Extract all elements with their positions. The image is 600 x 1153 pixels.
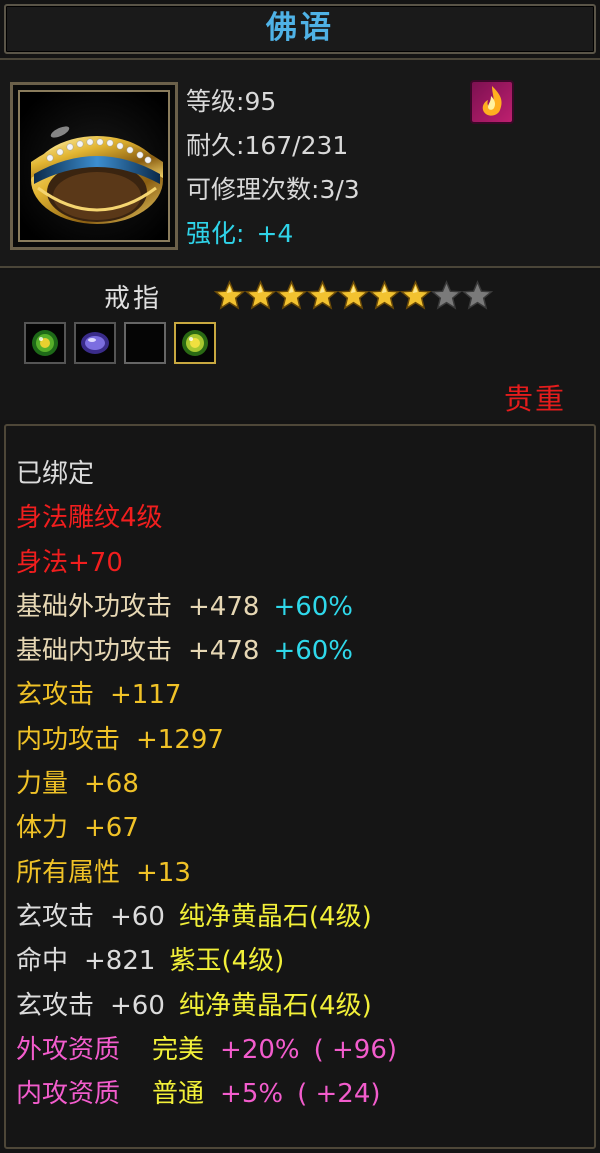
attr-base-ext-atk: 基础外功攻击 +478 +60% — [16, 585, 397, 629]
repair-value: 3/3 — [319, 175, 360, 204]
gold-star-icon — [369, 280, 400, 310]
aptitude-value: +20% — [220, 1034, 300, 1065]
gem-name: 纯净黄晶石(4级) — [178, 990, 372, 1021]
aptitude-grade: 完美 — [152, 1034, 205, 1065]
attr-value: +60 — [110, 990, 165, 1021]
attr-value: +1297 — [136, 724, 224, 755]
green-gem-icon — [32, 330, 58, 356]
level-label: 等级 — [186, 87, 237, 116]
stats-block: 等级:95 耐久:167/231 可修理次数:3/3 强化: +4 — [186, 80, 360, 256]
attr-value: +60 — [110, 901, 165, 932]
attr-label: 内功攻击 — [16, 724, 121, 755]
attribute-list: 已绑定 身法雕纹4级 身法+70 基础外功攻击 +478 +60% 基础内功攻击 +4… — [16, 452, 397, 1116]
item-tooltip: 佛语 等级:95 耐久:167/231 可修理次数:3/3 强化: +4 戒指 … — [0, 0, 600, 1153]
gold-star-icon — [245, 280, 276, 310]
attr-base-int-atk: 基础内功攻击 +478 +60% — [16, 629, 397, 673]
gray-star-icon — [431, 280, 462, 310]
engrave-bonus: 身法+70 — [16, 547, 123, 578]
gray-star-icon — [462, 280, 493, 310]
durability-value: 167/231 — [244, 131, 349, 160]
aptitude-ext: 外攻资质 完美 +20% ( +96) — [16, 1028, 397, 1072]
gem-attr-2: 命中 +821 紫玉(4级) — [16, 939, 397, 983]
attr-label: 玄攻击 — [16, 990, 95, 1021]
engrave-title: 身法雕纹4级 — [16, 503, 163, 534]
attr-value: +68 — [84, 769, 139, 800]
aptitude-label: 外攻资质 — [16, 1034, 121, 1065]
gold-ring-icon — [20, 92, 168, 240]
bound-status: 已绑定 — [16, 459, 95, 489]
attr-label: 玄攻击 — [16, 680, 95, 711]
aptitude-bonus: ( +96) — [313, 1034, 398, 1065]
repair-line: 可修理次数:3/3 — [186, 175, 360, 204]
gem-slot-1[interactable] — [24, 322, 66, 364]
attr-label: 命中 — [16, 946, 69, 977]
gold-star-icon — [400, 280, 431, 310]
aptitude-label: 内攻资质 — [16, 1079, 121, 1110]
gem-name: 紫玉(4级) — [169, 946, 285, 977]
durability-line: 耐久:167/231 — [186, 131, 349, 160]
gem-attr-3: 玄攻击 +60 纯净黄晶石(4级) — [16, 984, 397, 1028]
gold-star-icon — [307, 280, 338, 310]
attr-percent: +60% — [273, 636, 354, 667]
attr-label: 玄攻击 — [16, 901, 95, 932]
attr-value: +67 — [84, 813, 139, 844]
attr-value: +821 — [84, 946, 156, 977]
aptitude-bonus: ( +24) — [297, 1079, 381, 1110]
gem-name: 纯净黄晶石(4级) — [178, 901, 372, 932]
gem-slot-2[interactable] — [74, 322, 116, 364]
gem-slot-4[interactable] — [174, 322, 216, 364]
attr-label: 基础外功攻击 — [16, 591, 173, 622]
yellow-gem-icon — [182, 330, 208, 356]
durability-label: 耐久 — [186, 131, 237, 160]
level-value: 95 — [244, 87, 277, 116]
aptitude-value: +5% — [220, 1079, 284, 1110]
attr-label: 所有属性 — [16, 857, 121, 888]
aptitude-int: 内攻资质 普通 +5% ( +24) — [16, 1072, 397, 1116]
attr-label: 基础内功攻击 — [16, 636, 173, 667]
quality-label: 贵重 — [503, 382, 566, 416]
title-bar: 佛语 — [4, 4, 596, 54]
enhance-value: +4 — [256, 219, 294, 248]
gem-attr-1: 玄攻击 +60 纯净黄晶石(4级) — [16, 895, 397, 939]
type-section: 戒指 贵重 — [0, 270, 600, 420]
gold-star-icon — [276, 280, 307, 310]
attribute-panel: 已绑定 身法雕纹4级 身法+70 基础外功攻击 +478 +60% 基础内功攻击 +4… — [4, 424, 596, 1149]
gold-star-icon — [214, 280, 245, 310]
attr-value: +478 — [188, 591, 260, 622]
gold-star-icon — [338, 280, 369, 310]
enhance-line: 强化: +4 — [186, 212, 360, 256]
attr-all: 所有属性 +13 — [16, 851, 397, 895]
item-icon-frame[interactable] — [10, 82, 178, 250]
star-rating — [214, 280, 493, 311]
item-type: 戒指 — [104, 284, 163, 314]
aptitude-grade: 普通 — [152, 1079, 205, 1110]
fire-skill-icon[interactable] — [470, 80, 514, 124]
attr-percent: +60% — [273, 591, 354, 622]
attr-strength: 力量 +68 — [16, 762, 397, 806]
attr-label: 力量 — [16, 769, 69, 800]
purple-gem-icon — [81, 332, 109, 354]
gem-slots — [24, 322, 224, 364]
attr-value: +117 — [110, 680, 182, 711]
gem-slot-3[interactable] — [124, 322, 166, 364]
item-title: 佛语 — [266, 10, 334, 46]
attr-value: +13 — [136, 857, 191, 888]
attr-stamina: 体力 +67 — [16, 806, 397, 850]
enhance-label: 强化: — [186, 219, 245, 248]
attr-label: 体力 — [16, 813, 69, 844]
repair-label: 可修理次数 — [186, 175, 312, 204]
level-line: 等级:95 — [186, 87, 277, 116]
item-header: 等级:95 耐久:167/231 可修理次数:3/3 强化: +4 — [0, 58, 600, 268]
attr-value: +478 — [188, 636, 260, 667]
attr-xuan-atk: 玄攻击 +117 — [16, 673, 397, 717]
attr-int-atk: 内功攻击 +1297 — [16, 718, 397, 762]
